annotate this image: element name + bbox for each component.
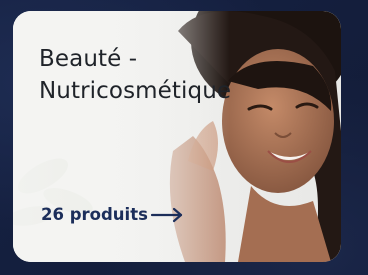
arrow-right-icon — [150, 207, 183, 222]
category-title-line2: Nutricosmétique — [39, 78, 232, 104]
category-title-line1: Beauté - — [39, 46, 138, 72]
product-count-label: 26 produits — [41, 205, 148, 224]
category-card[interactable]: Beauté - Nutricosmétique 26 produits — [13, 11, 341, 262]
product-count-link[interactable]: 26 produits — [41, 205, 184, 224]
category-title: Beauté - Nutricosmétique — [39, 43, 329, 107]
